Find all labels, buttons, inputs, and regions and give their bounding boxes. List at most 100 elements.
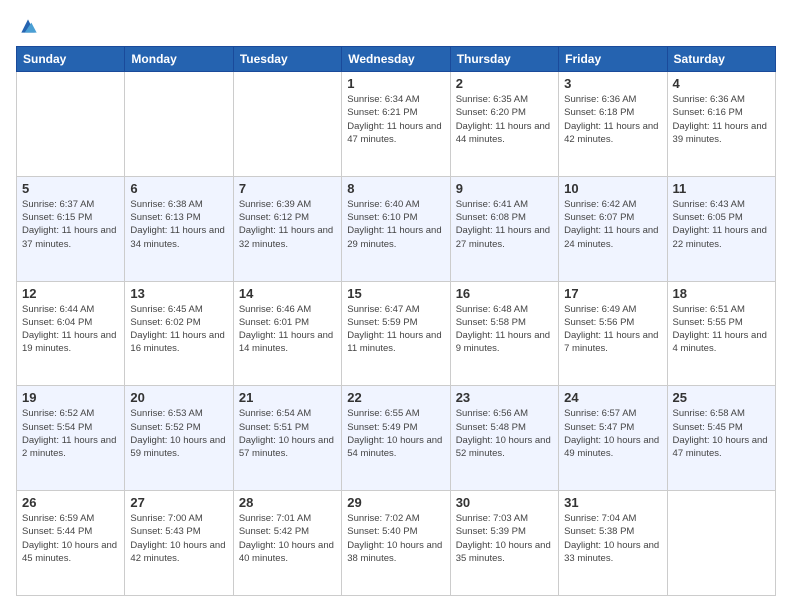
logo-icon xyxy=(18,16,38,36)
day-info: Sunrise: 6:37 AM Sunset: 6:15 PM Dayligh… xyxy=(22,198,119,251)
day-number: 25 xyxy=(673,390,770,405)
day-number: 14 xyxy=(239,286,336,301)
week-row-5: 26 Sunrise: 6:59 AM Sunset: 5:44 PM Dayli… xyxy=(17,491,776,596)
header xyxy=(16,16,776,36)
day-cell: 29Sunrise: 7:02 AM Sunset: 5:40 PM Dayli… xyxy=(342,491,450,596)
day-info: Sunrise: 6:35 AM Sunset: 6:20 PM Dayligh… xyxy=(456,93,553,146)
day-cell: 19Sunrise: 6:52 AM Sunset: 5:54 PM Dayli… xyxy=(17,386,125,491)
day-cell: 24 Sunrise: 6:57 AM Sunset: 5:47 PM Dayli… xyxy=(559,386,667,491)
day-cell: 21 Sunrise: 6:54 AM Sunset: 5:51 PM Dayli… xyxy=(233,386,341,491)
day-cell: 10 Sunrise: 6:42 AM Sunset: 6:07 PM Dayli… xyxy=(559,176,667,281)
day-info: Sunrise: 6:43 AM Sunset: 6:05 PM Dayligh… xyxy=(673,198,770,251)
day-info: Sunrise: 7:02 AM Sunset: 5:40 PM Dayligh… xyxy=(347,512,444,565)
day-cell: 12 Sunrise: 6:44 AM Sunset: 6:04 PM Dayli… xyxy=(17,281,125,386)
day-number: 11 xyxy=(673,181,770,196)
day-number: 10 xyxy=(564,181,661,196)
day-cell xyxy=(125,72,233,177)
day-cell xyxy=(667,491,775,596)
day-info: Sunrise: 6:59 AM Sunset: 5:44 PM Dayligh… xyxy=(22,512,119,565)
day-info: Sunrise: 7:01 AM Sunset: 5:42 PM Dayligh… xyxy=(239,512,336,565)
weekday-monday: Monday xyxy=(125,47,233,72)
day-number: 27 xyxy=(130,495,227,510)
page: SundayMondayTuesdayWednesdayThursdayFrid… xyxy=(0,0,792,612)
day-number: 2 xyxy=(456,76,553,91)
day-info: Sunrise: 6:54 AM Sunset: 5:51 PM Dayligh… xyxy=(239,407,336,460)
day-cell: 17 Sunrise: 6:49 AM Sunset: 5:56 PM Dayli… xyxy=(559,281,667,386)
logo xyxy=(16,16,38,36)
day-cell: 5 Sunrise: 6:37 AM Sunset: 6:15 PM Daylig… xyxy=(17,176,125,281)
day-info: Sunrise: 6:52 AM Sunset: 5:54 PM Dayligh… xyxy=(22,407,119,460)
day-info: Sunrise: 6:53 AM Sunset: 5:52 PM Dayligh… xyxy=(130,407,227,460)
day-info: Sunrise: 6:34 AM Sunset: 6:21 PM Dayligh… xyxy=(347,93,444,146)
weekday-friday: Friday xyxy=(559,47,667,72)
day-info: Sunrise: 6:46 AM Sunset: 6:01 PM Dayligh… xyxy=(239,303,336,356)
day-info: Sunrise: 6:42 AM Sunset: 6:07 PM Dayligh… xyxy=(564,198,661,251)
day-number: 20 xyxy=(130,390,227,405)
day-number: 5 xyxy=(22,181,119,196)
day-number: 21 xyxy=(239,390,336,405)
day-cell: 9 Sunrise: 6:41 AM Sunset: 6:08 PM Daylig… xyxy=(450,176,558,281)
day-number: 18 xyxy=(673,286,770,301)
weekday-thursday: Thursday xyxy=(450,47,558,72)
day-info: Sunrise: 6:48 AM Sunset: 5:58 PM Dayligh… xyxy=(456,303,553,356)
day-number: 4 xyxy=(673,76,770,91)
day-number: 16 xyxy=(456,286,553,301)
day-number: 24 xyxy=(564,390,661,405)
day-number: 26 xyxy=(22,495,119,510)
day-number: 6 xyxy=(130,181,227,196)
week-row-4: 19Sunrise: 6:52 AM Sunset: 5:54 PM Dayli… xyxy=(17,386,776,491)
calendar-table: SundayMondayTuesdayWednesdayThursdayFrid… xyxy=(16,46,776,596)
weekday-header-row: SundayMondayTuesdayWednesdayThursdayFrid… xyxy=(17,47,776,72)
day-info: Sunrise: 6:55 AM Sunset: 5:49 PM Dayligh… xyxy=(347,407,444,460)
day-number: 1 xyxy=(347,76,444,91)
day-number: 15 xyxy=(347,286,444,301)
day-cell: 2 Sunrise: 6:35 AM Sunset: 6:20 PM Daylig… xyxy=(450,72,558,177)
day-cell: 15 Sunrise: 6:47 AM Sunset: 5:59 PM Dayli… xyxy=(342,281,450,386)
day-cell: 18Sunrise: 6:51 AM Sunset: 5:55 PM Dayli… xyxy=(667,281,775,386)
day-info: Sunrise: 6:41 AM Sunset: 6:08 PM Dayligh… xyxy=(456,198,553,251)
day-cell: 4 Sunrise: 6:36 AM Sunset: 6:16 PM Daylig… xyxy=(667,72,775,177)
weekday-wednesday: Wednesday xyxy=(342,47,450,72)
day-cell: 7Sunrise: 6:39 AM Sunset: 6:12 PM Daylig… xyxy=(233,176,341,281)
day-number: 23 xyxy=(456,390,553,405)
day-number: 9 xyxy=(456,181,553,196)
day-info: Sunrise: 6:44 AM Sunset: 6:04 PM Dayligh… xyxy=(22,303,119,356)
day-number: 8 xyxy=(347,181,444,196)
day-cell: 22Sunrise: 6:55 AM Sunset: 5:49 PM Dayli… xyxy=(342,386,450,491)
day-info: Sunrise: 7:00 AM Sunset: 5:43 PM Dayligh… xyxy=(130,512,227,565)
day-number: 17 xyxy=(564,286,661,301)
day-info: Sunrise: 6:36 AM Sunset: 6:16 PM Dayligh… xyxy=(673,93,770,146)
weekday-tuesday: Tuesday xyxy=(233,47,341,72)
day-cell: 3 Sunrise: 6:36 AM Sunset: 6:18 PM Daylig… xyxy=(559,72,667,177)
day-cell: 25 Sunrise: 6:58 AM Sunset: 5:45 PM Dayli… xyxy=(667,386,775,491)
day-cell: 1 Sunrise: 6:34 AM Sunset: 6:21 PM Daylig… xyxy=(342,72,450,177)
day-cell: 14 Sunrise: 6:46 AM Sunset: 6:01 PM Dayli… xyxy=(233,281,341,386)
day-info: Sunrise: 6:49 AM Sunset: 5:56 PM Dayligh… xyxy=(564,303,661,356)
day-number: 12 xyxy=(22,286,119,301)
day-cell xyxy=(17,72,125,177)
day-cell xyxy=(233,72,341,177)
day-cell: 30Sunrise: 7:03 AM Sunset: 5:39 PM Dayli… xyxy=(450,491,558,596)
day-cell: 16 Sunrise: 6:48 AM Sunset: 5:58 PM Dayli… xyxy=(450,281,558,386)
day-info: Sunrise: 6:40 AM Sunset: 6:10 PM Dayligh… xyxy=(347,198,444,251)
day-info: Sunrise: 6:45 AM Sunset: 6:02 PM Dayligh… xyxy=(130,303,227,356)
day-cell: 31Sunrise: 7:04 AM Sunset: 5:38 PM Dayli… xyxy=(559,491,667,596)
day-cell: 27 Sunrise: 7:00 AM Sunset: 5:43 PM Dayli… xyxy=(125,491,233,596)
day-info: Sunrise: 6:47 AM Sunset: 5:59 PM Dayligh… xyxy=(347,303,444,356)
weekday-sunday: Sunday xyxy=(17,47,125,72)
day-info: Sunrise: 6:58 AM Sunset: 5:45 PM Dayligh… xyxy=(673,407,770,460)
week-row-1: 1 Sunrise: 6:34 AM Sunset: 6:21 PM Daylig… xyxy=(17,72,776,177)
day-info: Sunrise: 6:36 AM Sunset: 6:18 PM Dayligh… xyxy=(564,93,661,146)
day-cell: 11 Sunrise: 6:43 AM Sunset: 6:05 PM Dayli… xyxy=(667,176,775,281)
day-number: 28 xyxy=(239,495,336,510)
day-info: Sunrise: 6:56 AM Sunset: 5:48 PM Dayligh… xyxy=(456,407,553,460)
day-number: 3 xyxy=(564,76,661,91)
day-number: 13 xyxy=(130,286,227,301)
day-cell: 13 Sunrise: 6:45 AM Sunset: 6:02 PM Dayli… xyxy=(125,281,233,386)
day-cell: 20 Sunrise: 6:53 AM Sunset: 5:52 PM Dayli… xyxy=(125,386,233,491)
day-info: Sunrise: 6:57 AM Sunset: 5:47 PM Dayligh… xyxy=(564,407,661,460)
week-row-3: 12 Sunrise: 6:44 AM Sunset: 6:04 PM Dayli… xyxy=(17,281,776,386)
day-info: Sunrise: 6:38 AM Sunset: 6:13 PM Dayligh… xyxy=(130,198,227,251)
day-cell: 26 Sunrise: 6:59 AM Sunset: 5:44 PM Dayli… xyxy=(17,491,125,596)
week-row-2: 5 Sunrise: 6:37 AM Sunset: 6:15 PM Daylig… xyxy=(17,176,776,281)
